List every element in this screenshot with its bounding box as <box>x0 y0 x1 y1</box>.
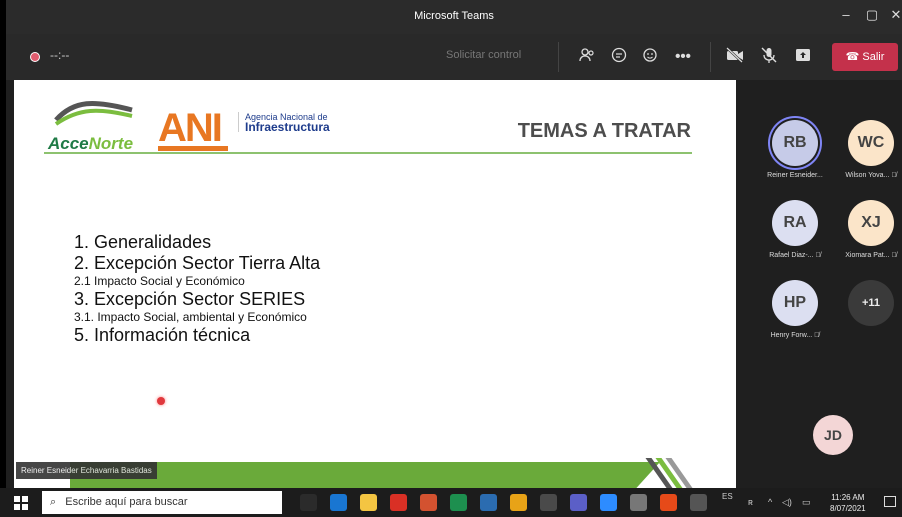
participant-tile[interactable]: RA Rafael Diaz-... 🎙̸ <box>764 200 826 259</box>
task-view-icon[interactable] <box>300 494 317 511</box>
app-icon[interactable] <box>630 494 647 511</box>
agenda-item: 2.1 Impacto Social y Económico <box>74 274 245 288</box>
agenda-item: 2. Excepción Sector Tierra Alta <box>74 253 321 273</box>
leave-button[interactable]: ☎ Salir <box>832 43 898 71</box>
agenda-item: 3.1. Impacto Social, ambiental y Económi… <box>74 310 307 324</box>
notifications-icon[interactable] <box>884 496 896 507</box>
system-clock[interactable]: 11:26 AM 8/07/2021 <box>830 492 866 514</box>
participant-tile[interactable]: XJ Xiomara Pat... 🎙̸ <box>840 200 902 259</box>
close-button[interactable]: ✕ <box>886 7 902 23</box>
toolbar-divider <box>710 42 711 72</box>
mic-off-icon[interactable] <box>758 46 780 68</box>
excel-icon[interactable] <box>450 494 467 511</box>
participant-avatar: HP <box>772 280 818 326</box>
chrome-icon[interactable] <box>510 494 527 511</box>
clock-time: 11:26 AM <box>831 493 865 502</box>
browser-icon[interactable] <box>540 494 557 511</box>
search-icon: ⌕ <box>50 496 57 508</box>
calculator-icon[interactable] <box>690 494 707 511</box>
title-rule <box>44 152 692 154</box>
mic-muted-icon: 🎙̸ <box>889 172 897 179</box>
file-explorer-icon[interactable] <box>360 494 377 511</box>
minimize-button[interactable]: – <box>836 7 856 22</box>
participant-tile[interactable]: WC Wilson Yova... 🎙̸ <box>840 120 902 179</box>
agenda-item: 5. Información técnica <box>74 325 251 345</box>
logo-acce: Acce <box>48 134 89 153</box>
slide-title: TEMAS A TRATAR <box>517 120 691 142</box>
logo-norte: Norte <box>88 134 134 153</box>
outlook-icon[interactable] <box>330 494 347 511</box>
clock-date: 8/07/2021 <box>830 504 866 513</box>
accenorte-logo-icon <box>54 100 133 126</box>
call-timer: --:-- <box>50 48 70 62</box>
teams-window: Microsoft Teams – ▢ ✕ --:-- Solicitar co… <box>6 0 902 488</box>
participant-name: Wilson Yova... <box>845 172 890 179</box>
zoom-icon[interactable] <box>600 494 617 511</box>
participant-avatar: RA <box>772 200 818 246</box>
leave-label: Salir <box>862 51 885 63</box>
teams-icon[interactable] <box>570 494 587 511</box>
volume-icon[interactable]: ◁) <box>782 497 792 508</box>
participant-name: Reiner Esneider... <box>767 172 823 179</box>
participant-tile[interactable]: RB Reiner Esneider... <box>764 120 826 179</box>
people-icon[interactable]: ʀ <box>748 497 753 507</box>
footer-green-bar <box>70 462 660 488</box>
ani-logo: ANI <box>158 106 223 150</box>
more-options-icon[interactable]: ••• <box>672 46 694 68</box>
toolbar-divider <box>558 42 559 72</box>
window-title: Microsoft Teams <box>414 10 494 22</box>
participant-name: Henry Forw... <box>770 332 813 339</box>
search-placeholder: Escribe aquí para buscar <box>65 496 188 508</box>
overflow-count: +11 <box>848 280 894 326</box>
mic-muted-icon: 🎙̸ <box>812 332 820 339</box>
title-bar: Microsoft Teams – ▢ ✕ <box>6 0 902 34</box>
recording-icon <box>30 52 40 62</box>
camera-off-icon[interactable] <box>724 46 746 68</box>
maximize-button[interactable]: ▢ <box>862 7 882 23</box>
accenorte-logo: AcceNorte <box>48 134 133 154</box>
self-video-tile[interactable]: JD <box>808 415 858 455</box>
agency-line-2: Infraestructura <box>245 120 330 134</box>
ani-logo-bar <box>158 146 228 151</box>
acrobat-icon[interactable] <box>390 494 407 511</box>
mic-muted-icon: 🎙̸ <box>889 252 897 259</box>
participant-avatar: XJ <box>848 200 894 246</box>
reactions-icon[interactable] <box>640 46 662 68</box>
participants-icon[interactable] <box>576 46 598 68</box>
agenda-list: 1. Generalidades 2. Excepción Sector Tier… <box>74 232 320 346</box>
laser-pointer <box>157 397 165 405</box>
request-control-button[interactable]: Solicitar control <box>446 49 521 61</box>
participant-name: Rafael Diaz-... <box>769 252 814 259</box>
participant-avatar: RB <box>772 120 818 166</box>
chat-icon[interactable] <box>608 46 630 68</box>
phone-hangup-icon: ☎ <box>845 51 863 63</box>
mic-muted-icon: 🎙̸ <box>813 252 821 259</box>
language-indicator[interactable]: ES <box>722 492 733 501</box>
agency-name: Agencia Nacional de Infraestructura <box>238 112 330 134</box>
tray-chevron-icon[interactable]: ^ <box>768 497 772 507</box>
share-screen-icon[interactable] <box>792 46 814 68</box>
self-avatar: JD <box>813 415 853 455</box>
agenda-item: 3. Excepción Sector SERIES <box>74 289 306 309</box>
word-icon[interactable] <box>480 494 497 511</box>
presenter-name-tag: Reiner Esneider Echavarria Bastidas <box>16 462 157 479</box>
windows-taskbar: ⌕ Escribe aquí para buscar ES ʀ ^ ◁) ▭ 1… <box>0 488 902 517</box>
office-icon[interactable] <box>660 494 677 511</box>
participant-avatar: WC <box>848 120 894 166</box>
participant-tile[interactable]: HP Henry Forw... 🎙̸ <box>764 280 826 339</box>
shared-slide: AcceNorte ANI Agencia Nacional de Infrae… <box>14 80 736 488</box>
participants-panel: RB Reiner Esneider... WC Wilson Yova... 🎙̸ R… <box>744 80 902 488</box>
taskbar-search-input[interactable]: ⌕ Escribe aquí para buscar <box>42 491 282 514</box>
call-toolbar: --:-- Solicitar control ••• ☎ Salir <box>6 34 902 80</box>
agenda-item: 1. Generalidades <box>74 232 212 252</box>
windows-start-icon[interactable] <box>14 496 28 510</box>
participant-name: Xiomara Pat... <box>845 252 890 259</box>
battery-icon[interactable]: ▭ <box>802 497 811 508</box>
powerpoint-icon[interactable] <box>420 494 437 511</box>
overflow-participants[interactable]: +11 <box>840 280 902 326</box>
